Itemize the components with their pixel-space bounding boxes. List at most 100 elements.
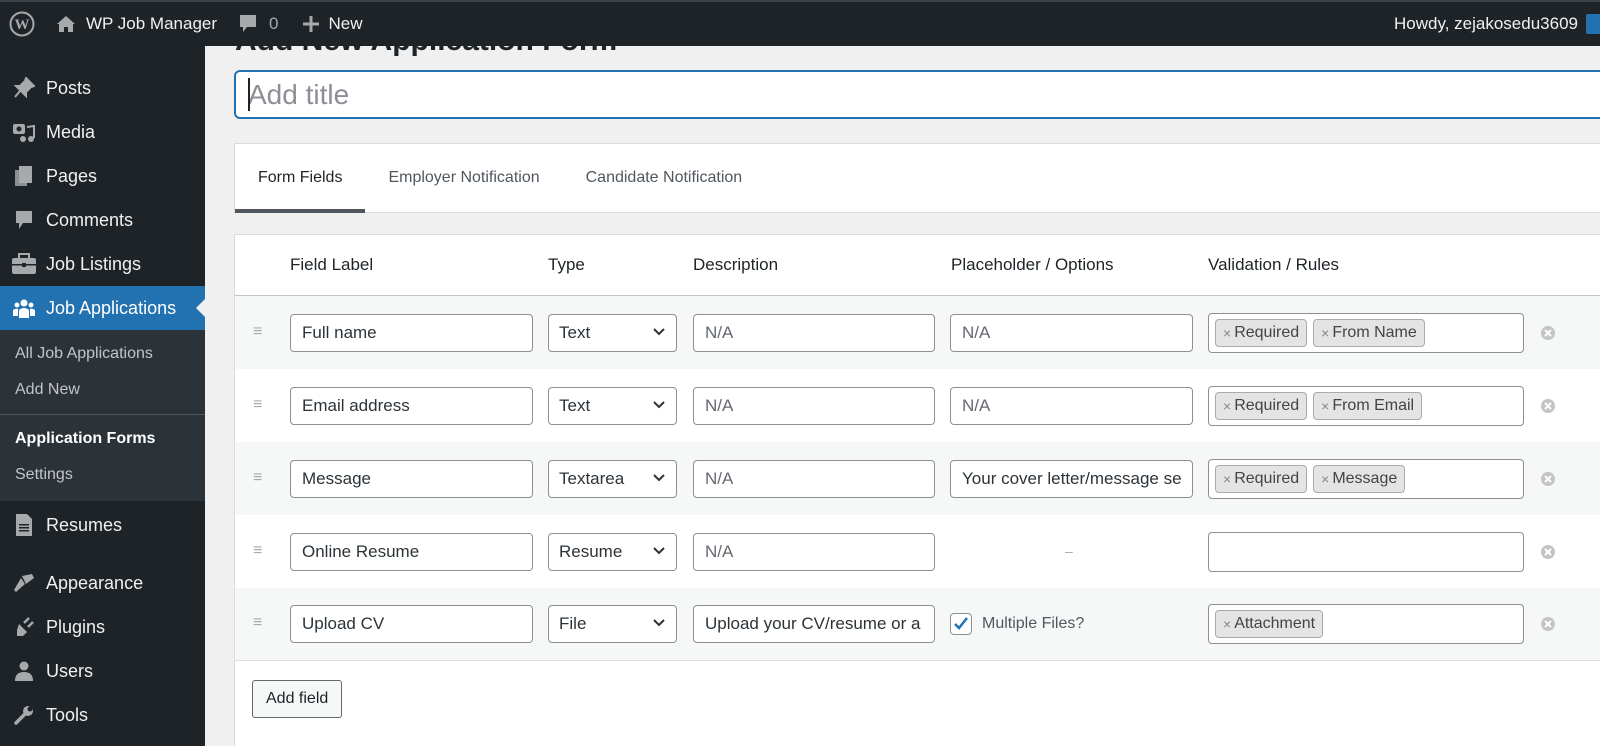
multiple-files-checkbox[interactable]	[950, 613, 972, 635]
rule-tag-label: Required	[1234, 323, 1300, 341]
sidebar-item-job-applications[interactable]: Job Applications	[0, 286, 205, 330]
drag-handle-icon[interactable]: ≡	[253, 323, 262, 341]
drag-handle-icon[interactable]: ≡	[253, 542, 262, 560]
header-field-label: Field Label	[290, 255, 374, 274]
field-type-select[interactable]: File	[548, 605, 677, 643]
sidebar-item-tools[interactable]: Tools	[0, 693, 205, 737]
admin-bar: W WP Job Manager 0 New Howdy, zejakosedu…	[0, 0, 1600, 46]
sidebar-item-comments[interactable]: Comments	[0, 198, 205, 242]
remove-tag-icon[interactable]: ×	[1223, 471, 1231, 487]
table-row: ≡ Full name Text N/A N/A × Required × From…	[235, 296, 1600, 369]
avatar	[1586, 14, 1600, 34]
field-type-select[interactable]: Resume	[548, 532, 677, 571]
wordpress-logo-icon: W	[9, 11, 35, 37]
remove-row-icon[interactable]	[1540, 471, 1556, 487]
sidebar-item-appearance[interactable]: Appearance	[0, 561, 205, 605]
rule-tag-label: Required	[1234, 469, 1300, 487]
field-label-input[interactable]: Upload CV	[290, 605, 533, 643]
field-description-input[interactable]: Upload your CV/resume or a	[693, 605, 935, 643]
admin-sidebar: Posts Media Pages Comments Job Listings …	[0, 46, 205, 746]
user-icon	[10, 659, 38, 683]
header-type: Type	[548, 255, 585, 274]
rule-tag-label: Attachment	[1234, 615, 1316, 632]
field-placeholder-input[interactable]: N/A	[950, 313, 1193, 352]
field-rules-select[interactable]: × Required × From Email	[1208, 385, 1524, 426]
field-placeholder-input[interactable]: N/A	[950, 386, 1193, 425]
sidebar-item-resumes[interactable]: Resumes	[0, 503, 205, 547]
new-content-link[interactable]: New	[302, 2, 363, 46]
comments-count: 0	[269, 14, 279, 33]
title-input[interactable]	[234, 70, 1600, 119]
field-type-value: Resume	[559, 541, 623, 561]
tab-form-fields[interactable]: Form Fields	[235, 144, 366, 213]
sidebar-item-posts[interactable]: Posts	[0, 66, 205, 110]
field-type-value: Text	[559, 322, 591, 342]
field-rules-select[interactable]: × Required × Message	[1208, 458, 1524, 499]
field-label-input[interactable]: Message	[290, 459, 533, 498]
comment-icon	[10, 208, 38, 232]
text-cursor	[248, 78, 250, 111]
form-fields-table: Field Label Type Description Placeholder…	[234, 234, 1600, 746]
remove-tag-icon[interactable]: ×	[1321, 398, 1329, 414]
field-label-input[interactable]: Online Resume	[290, 532, 533, 571]
sidebar-item-label: Users	[46, 660, 94, 681]
my-account-link[interactable]: Howdy, zejakosedu3609	[1394, 2, 1600, 46]
remove-row-icon[interactable]	[1540, 325, 1556, 341]
remove-tag-icon[interactable]: ×	[1321, 471, 1329, 487]
submenu-application-forms[interactable]: Application Forms	[0, 421, 205, 457]
wrench-icon	[10, 703, 38, 727]
field-rules-select[interactable]	[1208, 531, 1524, 572]
field-label-input[interactable]: Email address	[290, 386, 533, 425]
site-name-link[interactable]: WP Job Manager	[56, 2, 217, 46]
field-type-select[interactable]: Textarea	[548, 459, 677, 498]
tab-employer-notification[interactable]: Employer Notification	[365, 144, 562, 212]
sidebar-item-media[interactable]: Media	[0, 110, 205, 154]
remove-tag-icon[interactable]: ×	[1223, 616, 1231, 632]
add-field-button[interactable]: Add field	[252, 680, 343, 718]
field-description-input[interactable]: N/A	[693, 386, 935, 425]
field-rules-select[interactable]: × Attachment	[1208, 604, 1524, 644]
brush-icon	[10, 571, 38, 595]
sidebar-item-pages[interactable]: Pages	[0, 154, 205, 198]
submenu-add-new[interactable]: Add New	[0, 372, 205, 408]
field-rules-select[interactable]: × Required × From Name	[1208, 312, 1524, 353]
sidebar-item-users[interactable]: Users	[0, 649, 205, 693]
sidebar-item-label: Resumes	[46, 514, 123, 535]
field-type-select[interactable]: Text	[548, 313, 677, 352]
comments-link[interactable]: 0	[239, 2, 279, 46]
rule-tag: × Required	[1215, 391, 1308, 420]
drag-handle-icon[interactable]: ≡	[253, 396, 262, 414]
wordpress-logo-button[interactable]: W	[0, 2, 44, 46]
field-description-input[interactable]: N/A	[693, 532, 935, 571]
field-type-select[interactable]: Text	[548, 386, 677, 425]
drag-handle-icon[interactable]: ≡	[253, 614, 262, 632]
plus-icon	[302, 16, 319, 32]
pages-icon	[10, 164, 38, 188]
sidebar-item-job-listings[interactable]: Job Listings	[0, 242, 205, 286]
chevron-down-icon	[653, 619, 665, 627]
site-name: WP Job Manager	[86, 14, 218, 33]
drag-handle-icon[interactable]: ≡	[253, 469, 262, 487]
remove-row-icon[interactable]	[1540, 398, 1556, 414]
job-applications-submenu: All Job Applications Add New Application…	[0, 330, 205, 501]
remove-tag-icon[interactable]: ×	[1321, 325, 1329, 341]
remove-row-icon[interactable]	[1540, 544, 1556, 560]
remove-row-icon[interactable]	[1540, 616, 1556, 632]
submenu-settings[interactable]: Settings	[0, 457, 205, 493]
home-icon	[57, 16, 75, 32]
field-placeholder-input[interactable]: Your cover letter/message se	[950, 459, 1193, 498]
field-type-value: File	[559, 614, 587, 633]
remove-tag-icon[interactable]: ×	[1223, 398, 1231, 414]
remove-tag-icon[interactable]: ×	[1223, 325, 1231, 341]
field-type-value: Text	[559, 395, 591, 415]
field-description-input[interactable]: N/A	[693, 459, 935, 498]
field-description-input[interactable]: N/A	[693, 313, 935, 352]
sidebar-item-plugins[interactable]: Plugins	[0, 605, 205, 649]
svg-text:W: W	[15, 17, 30, 33]
multiple-files-option[interactable]: Multiple Files?	[950, 613, 1084, 635]
tab-candidate-notification[interactable]: Candidate Notification	[563, 144, 766, 212]
rule-tag-label: From Name	[1332, 323, 1417, 341]
rule-tag: × Required	[1215, 318, 1308, 347]
submenu-all-job-applications[interactable]: All Job Applications	[0, 336, 205, 372]
field-label-input[interactable]: Full name	[290, 313, 533, 352]
